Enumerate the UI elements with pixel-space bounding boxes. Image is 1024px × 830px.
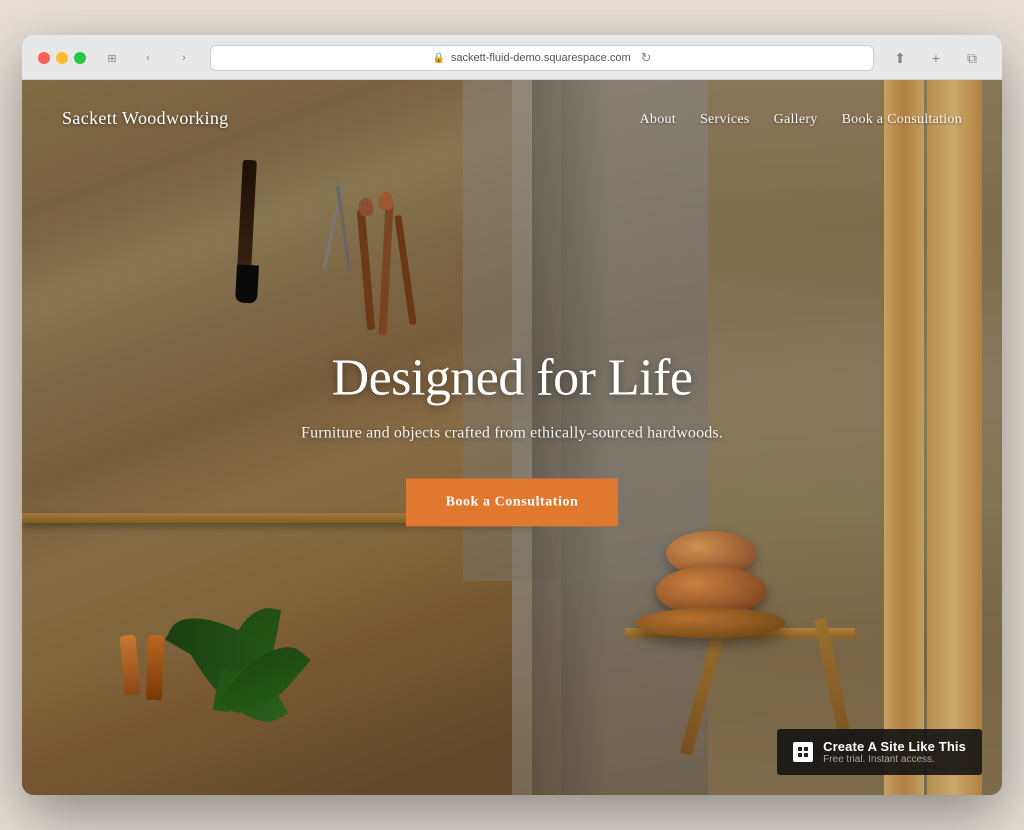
nav-link-book[interactable]: Book a Consultation <box>842 112 962 127</box>
toolbar-right: ⬆ + ⧉ <box>886 48 986 68</box>
minimize-button[interactable] <box>56 52 68 64</box>
tool-brush-bristles <box>235 264 259 303</box>
traffic-lights <box>38 52 86 64</box>
tabs-button[interactable]: ⧉ <box>958 48 986 68</box>
browser-chrome: ⊞ ‹ › 🔒 sackett-fluid-demo.squarespace.c… <box>22 35 1002 80</box>
new-tab-button[interactable]: + <box>922 48 950 68</box>
tool-handle-2 <box>146 635 164 701</box>
site-logo[interactable]: Sackett Woodworking <box>62 108 229 129</box>
browser-controls: ⊞ ‹ › <box>98 48 198 68</box>
nav-link-services[interactable]: Services <box>700 112 750 127</box>
website-container: Sackett Woodworking About Services Galle… <box>22 80 1002 795</box>
nav-item-about[interactable]: About <box>640 110 676 128</box>
nav-link-gallery[interactable]: Gallery <box>774 112 818 127</box>
browser-frame: ⊞ ‹ › 🔒 sackett-fluid-demo.squarespace.c… <box>22 35 1002 795</box>
url-text: sackett-fluid-demo.squarespace.com <box>451 52 631 64</box>
badge-text: Create A Site Like This Free trial. Inst… <box>823 739 966 765</box>
forward-button[interactable]: › <box>170 48 198 68</box>
refresh-icon[interactable]: ↻ <box>641 50 652 66</box>
hero-title: Designed for Life <box>212 349 812 406</box>
plank-vertical-1 <box>884 80 924 795</box>
nav-link-about[interactable]: About <box>640 112 676 127</box>
nav-item-book[interactable]: Book a Consultation <box>842 110 962 128</box>
badge-sub-text: Free trial. Instant access. <box>823 754 966 765</box>
plank-vertical-2 <box>927 80 982 795</box>
site-navigation: Sackett Woodworking About Services Galle… <box>22 80 1002 157</box>
bowl-stack <box>636 531 786 638</box>
nav-menu: About Services Gallery Book a Consultati… <box>640 110 962 128</box>
hero-cta-button[interactable]: Book a Consultation <box>406 478 619 526</box>
squarespace-logo <box>793 742 813 762</box>
squarespace-badge[interactable]: Create A Site Like This Free trial. Inst… <box>777 729 982 775</box>
hero-content: Designed for Life Furniture and objects … <box>212 349 812 526</box>
share-button[interactable]: ⬆ <box>886 48 914 68</box>
fullscreen-button[interactable] <box>74 52 86 64</box>
back-button[interactable]: ‹ <box>134 48 162 68</box>
close-button[interactable] <box>38 52 50 64</box>
nav-item-services[interactable]: Services <box>700 110 750 128</box>
hero-subtitle: Furniture and objects crafted from ethic… <box>212 424 812 442</box>
address-bar[interactable]: 🔒 sackett-fluid-demo.squarespace.com ↻ <box>210 45 874 71</box>
utensil-head-2 <box>379 192 394 211</box>
bowl-plate <box>636 608 786 638</box>
lock-icon: 🔒 <box>432 53 444 64</box>
nav-item-gallery[interactable]: Gallery <box>774 110 818 128</box>
badge-main-text: Create A Site Like This <box>823 739 966 754</box>
sidebar-toggle[interactable]: ⊞ <box>98 48 126 68</box>
